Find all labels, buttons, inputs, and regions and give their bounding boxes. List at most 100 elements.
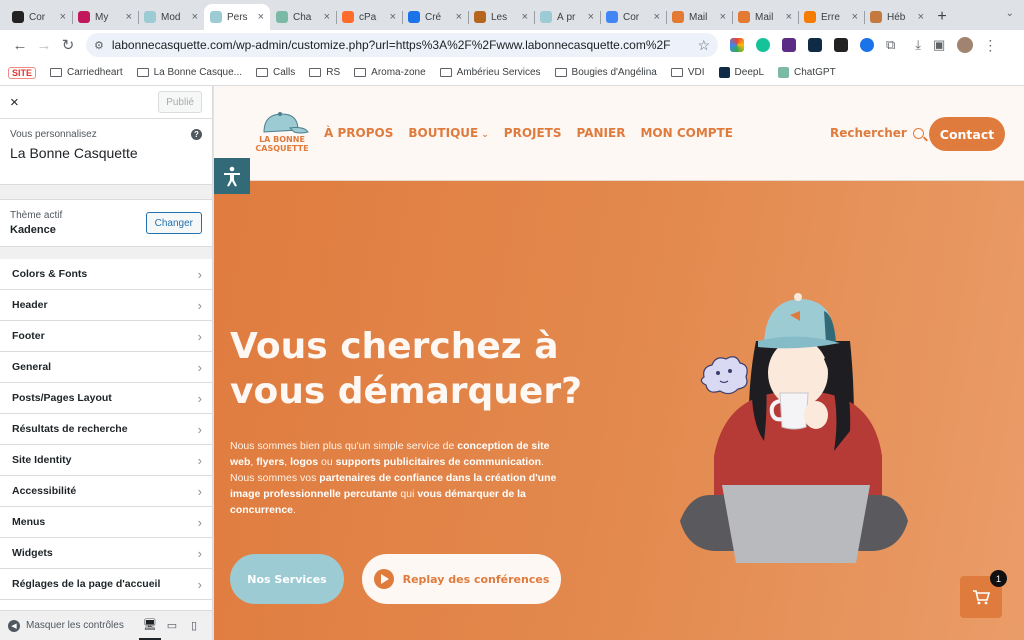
tab-favicon-icon (738, 11, 750, 23)
extension-color-icon[interactable] (730, 38, 744, 52)
customizer-section-item[interactable]: Résultats de recherche › (0, 414, 212, 445)
tab-close-icon[interactable]: × (60, 11, 66, 23)
change-theme-button[interactable]: Changer (145, 212, 202, 234)
browser-tab[interactable]: Cha × (270, 4, 336, 30)
tab-close-icon[interactable]: × (192, 11, 198, 23)
hide-controls-button[interactable]: Masquer les contrôles (26, 620, 139, 631)
bookmark-item[interactable]: Bougies d'Angélina (554, 67, 657, 78)
cart-icon (973, 590, 990, 605)
bookmark-star-icon[interactable]: ☆ (697, 37, 710, 54)
services-button[interactable]: Nos Services (230, 554, 344, 604)
extension-grammarly-icon[interactable] (756, 38, 770, 52)
customizer-section-item[interactable]: Header › (0, 290, 212, 321)
browser-tab[interactable]: À pr × (534, 4, 600, 30)
bookmark-item[interactable]: Aroma-zone (354, 67, 426, 78)
profile-avatar[interactable] (957, 37, 974, 53)
extension-cube-icon[interactable] (808, 38, 822, 52)
collapse-sidebar-icon[interactable]: ◀ (8, 619, 20, 632)
mobile-preview-icon[interactable]: ▯ (183, 611, 205, 640)
bookmark-item[interactable]: ChatGPT (778, 67, 836, 78)
browser-tab[interactable]: Mod × (138, 4, 204, 30)
menu-item[interactable]: PROJETS (504, 126, 562, 140)
contact-button[interactable]: Contact (929, 117, 1005, 151)
customizer-section-item[interactable]: Footer › (0, 321, 212, 352)
tab-close-icon[interactable]: × (918, 11, 924, 23)
site-info-icon[interactable]: ⚙ (94, 39, 104, 52)
bookmark-item[interactable]: VDI (670, 67, 705, 78)
bookmark-item[interactable]: Calls (256, 67, 295, 78)
tab-close-icon[interactable]: × (654, 11, 660, 23)
browser-tab[interactable]: cPa × (336, 4, 402, 30)
new-tab-button[interactable]: + (930, 4, 954, 30)
browser-tab[interactable]: Héb × (864, 4, 930, 30)
menu-item[interactable]: PANIER (577, 126, 626, 140)
customizer-section-item[interactable]: General › (0, 352, 212, 383)
tablet-preview-icon[interactable]: ▭ (161, 611, 183, 640)
browser-tab[interactable]: Erre × (798, 4, 864, 30)
tab-label: cPa (359, 11, 377, 23)
tab-close-icon[interactable]: × (522, 11, 528, 23)
tab-close-icon[interactable]: × (390, 11, 396, 23)
bookmark-item[interactable]: Carriedheart (50, 67, 123, 78)
customizer-section-item[interactable]: Menus › (0, 507, 212, 538)
tab-close-icon[interactable]: × (456, 11, 462, 23)
bookmark-item[interactable]: La Bonne Casque... (136, 67, 243, 78)
bookmark-item[interactable]: DeepL (718, 67, 764, 78)
tab-label: Pers (227, 11, 248, 23)
help-icon[interactable]: ? (191, 129, 202, 140)
tab-label: Les (491, 11, 508, 23)
customizer-section-item[interactable]: Site Identity › (0, 445, 212, 476)
tab-close-icon[interactable]: × (126, 11, 132, 23)
extension-font-icon[interactable] (834, 38, 848, 52)
browser-tab[interactable]: Mail × (732, 4, 798, 30)
browser-tab[interactable]: Cor × (6, 4, 72, 30)
browser-tab[interactable]: Cor × (600, 4, 666, 30)
site-logo[interactable]: LA BONNE CASQUETTE (250, 108, 314, 158)
tab-close-icon[interactable]: × (324, 11, 330, 23)
accessibility-icon[interactable] (214, 158, 250, 194)
desktop-preview-icon[interactable]: 🖥 (139, 611, 161, 640)
menu-item[interactable]: BOUTIQUE ⌄ (408, 126, 488, 140)
replay-button[interactable]: Replay des conférences (362, 554, 561, 604)
bookmark-label: La Bonne Casque... (153, 67, 243, 78)
publish-button[interactable]: Publié (158, 91, 202, 113)
browser-tab[interactable]: Pers × (204, 4, 270, 30)
bookmark-label: Calls (273, 67, 296, 78)
folder-icon (256, 68, 269, 77)
browser-tab[interactable]: My × (72, 4, 138, 30)
search-button[interactable]: Rechercher (830, 126, 924, 140)
reload-icon[interactable]: ↻ (56, 33, 80, 57)
customizer-section-item[interactable]: Posts/Pages Layout › (0, 383, 212, 414)
tab-close-icon[interactable]: × (588, 11, 594, 23)
chevron-right-icon: › (197, 297, 202, 313)
browser-menu-icon[interactable]: ⋮ (983, 37, 997, 54)
extensions-puzzle-icon[interactable]: ⧉ (886, 37, 895, 53)
customizer-section-item[interactable]: Réglages de la page d'accueil › (0, 569, 212, 600)
back-arrow-icon[interactable]: ← (8, 33, 32, 57)
tab-close-icon[interactable]: × (258, 11, 264, 23)
menu-item[interactable]: MON COMPTE (640, 126, 733, 140)
browser-tab[interactable]: Les × (468, 4, 534, 30)
tab-search-icon[interactable]: ⌄ (1006, 8, 1014, 19)
extension-dark-icon[interactable] (782, 38, 796, 52)
tab-close-icon[interactable]: × (786, 11, 792, 23)
download-icon[interactable]: ⤓ (915, 37, 921, 53)
browser-tab[interactable]: Cré × (402, 4, 468, 30)
menu-item[interactable]: À PROPOS (324, 126, 393, 140)
bookmark-label: DeepL (734, 67, 764, 78)
bookmark-item[interactable]: Ambérieu Services (439, 67, 541, 78)
address-bar[interactable]: ⚙ labonnecasquette.com/wp-admin/customiz… (86, 33, 718, 57)
customizer-section-item[interactable]: Colors & Fonts › (0, 259, 212, 290)
customizer-section-item[interactable]: Accessibilité › (0, 476, 212, 507)
side-panel-icon[interactable]: ▣ (933, 37, 945, 53)
browser-tab[interactable]: Mail × (666, 4, 732, 30)
tab-close-icon[interactable]: × (852, 11, 858, 23)
bookmark-item[interactable]: SITE (8, 66, 37, 79)
close-icon[interactable]: × (10, 94, 19, 111)
bookmark-label: Ambérieu Services (456, 67, 541, 78)
bookmark-item[interactable]: RS (309, 67, 340, 78)
extension-blue-icon[interactable] (860, 38, 874, 52)
tab-close-icon[interactable]: × (720, 11, 726, 23)
customizer-section-item[interactable]: Widgets › (0, 538, 212, 569)
forward-arrow-icon[interactable]: → (32, 33, 56, 57)
